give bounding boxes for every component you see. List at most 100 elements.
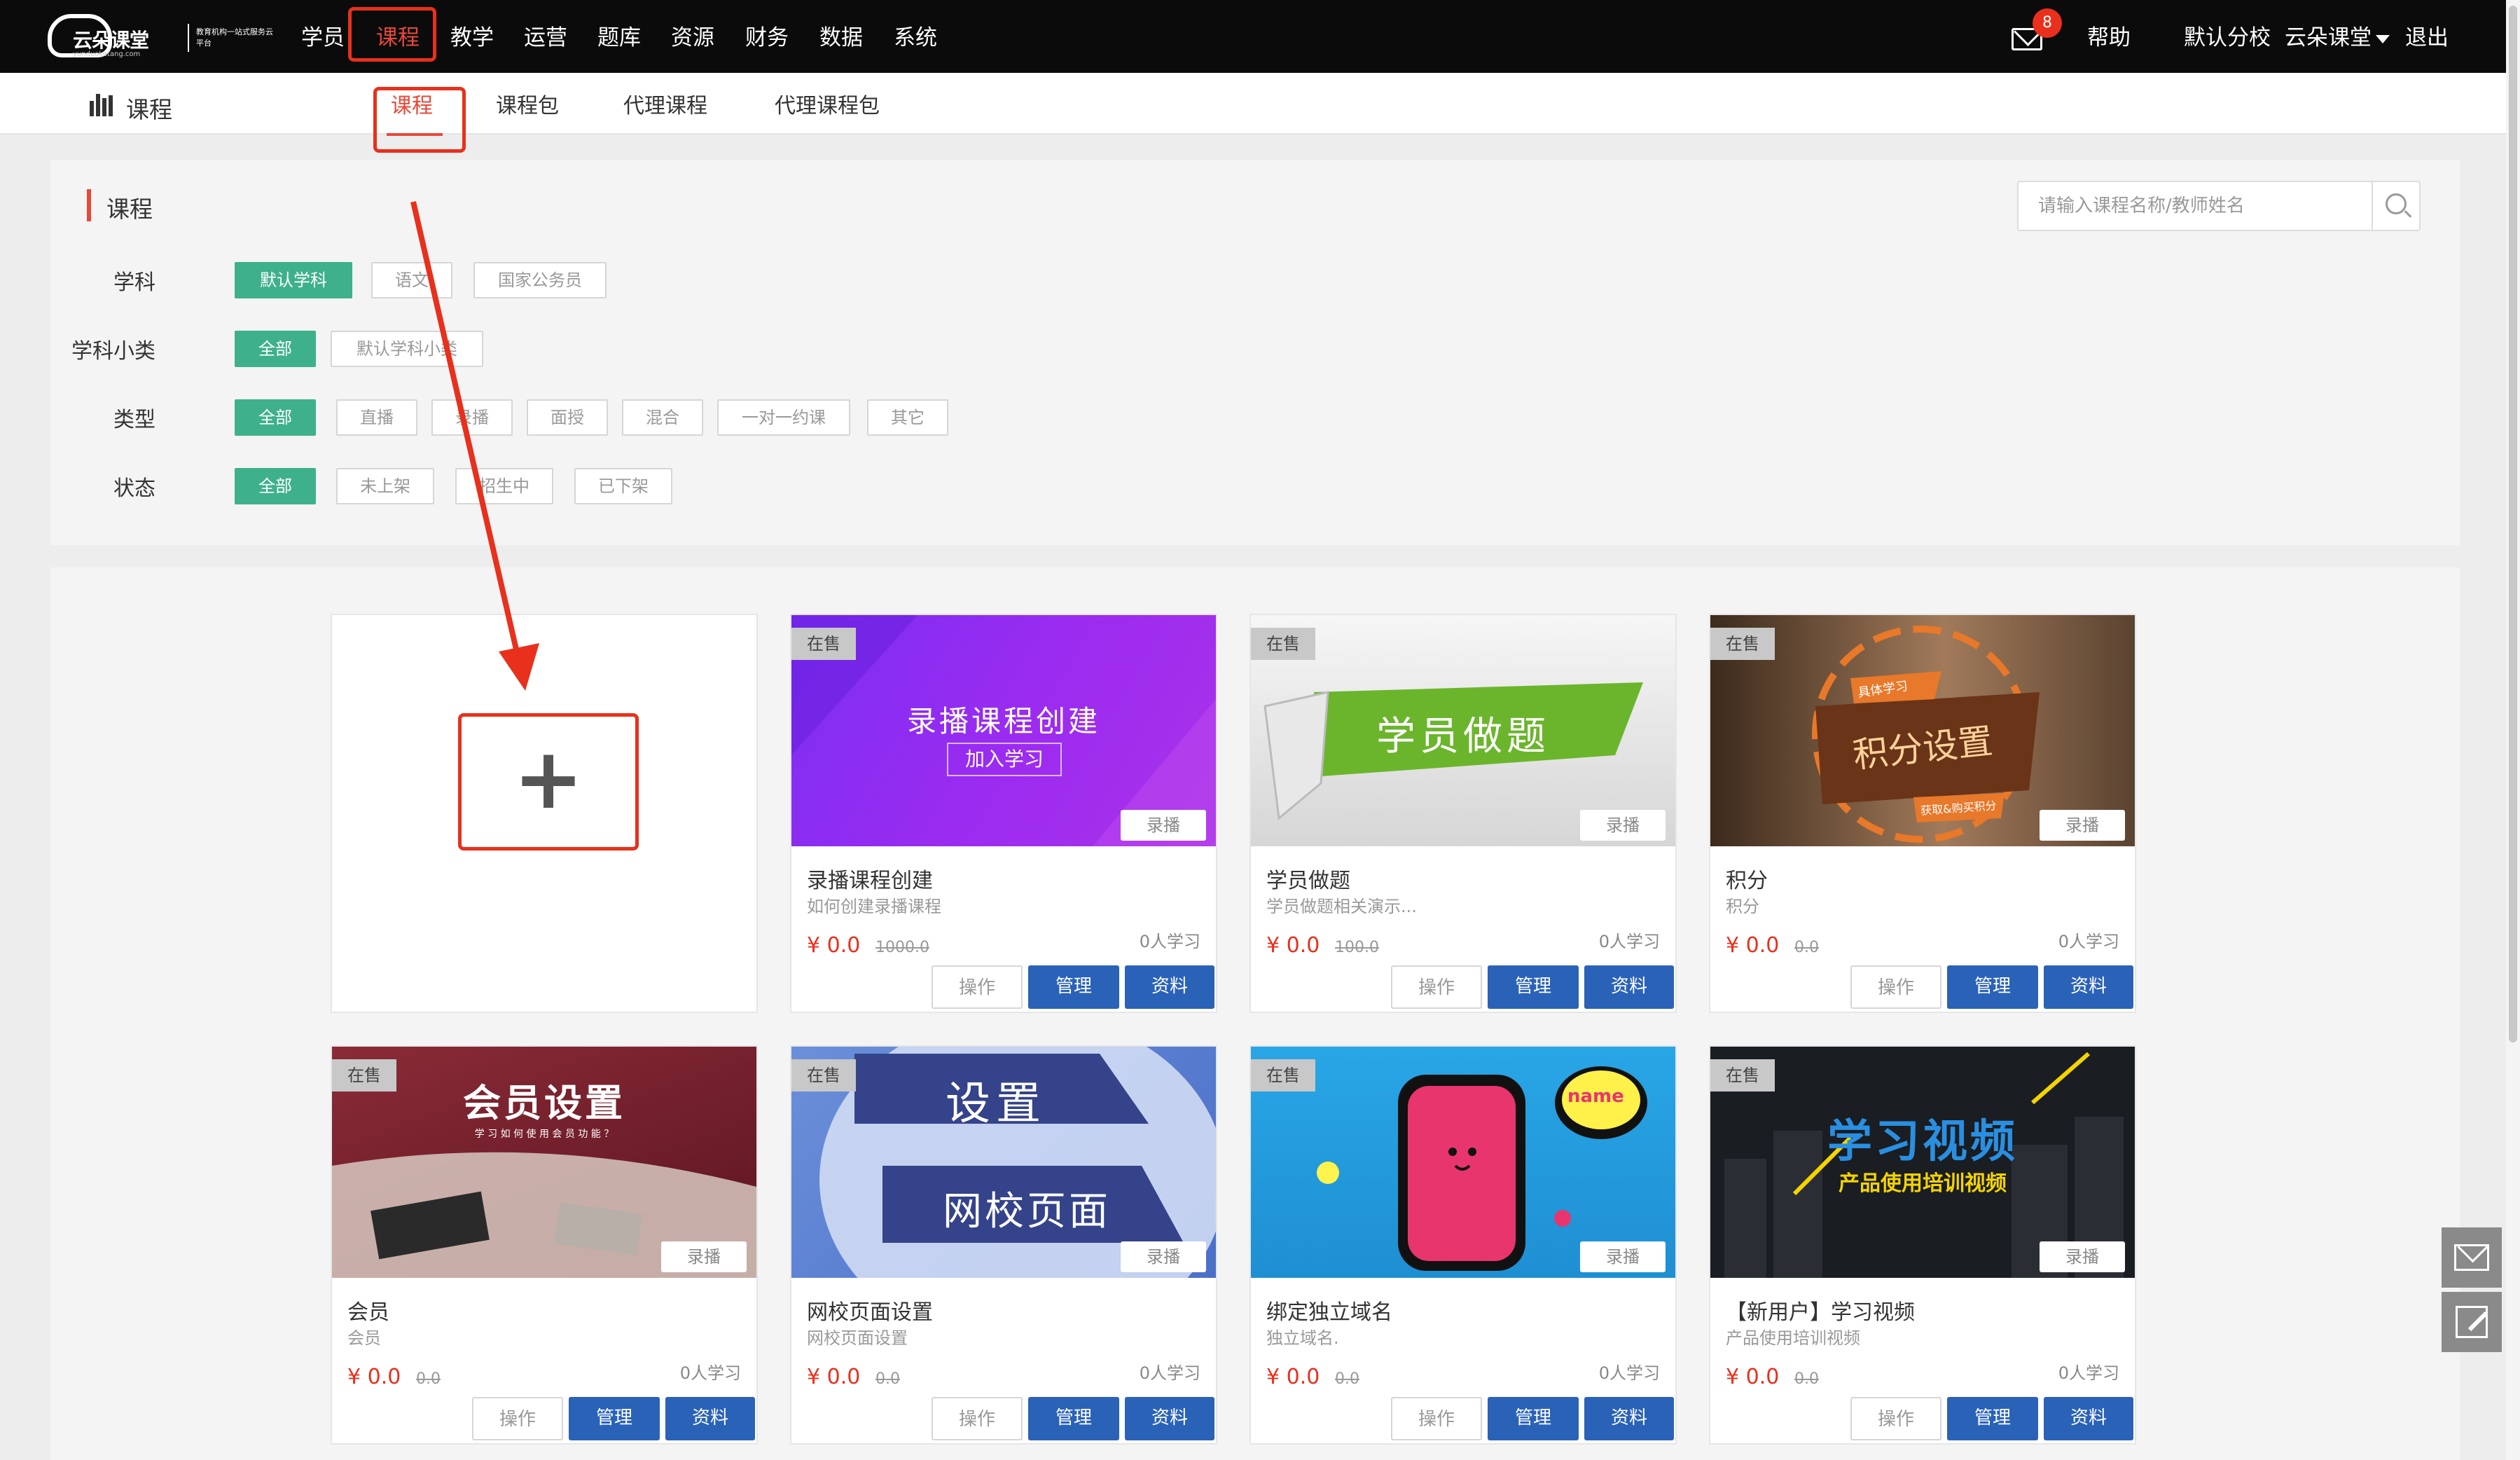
course-card[interactable]: 学习视频 产品使用培训视频 在售 录播 【新用户】学习视频 产品使用培训视频 ¥… [1709,1045,2136,1445]
search-button[interactable] [2372,182,2421,230]
thumbnail-title: 设置 [946,1078,1046,1130]
filter-panel: 课程 学科 默认学科 语文 国家公务员 学科小类 全部 默认学科小类 类型 全部… [50,160,2460,545]
chip-type-hybrid[interactable]: 混合 [622,399,703,436]
manage-button[interactable]: 管理 [1488,965,1579,1009]
side-message-button[interactable] [2442,1227,2502,1288]
chip-type-in-person[interactable]: 面授 [527,399,608,436]
operate-button[interactable]: 操作 [1850,965,1941,1009]
operate-button[interactable]: 操作 [1850,1397,1941,1440]
learner-count: 0人学习 [1598,1363,1660,1383]
chip-status-removed[interactable]: 已下架 [574,468,672,504]
status-badge: 在售 [1710,628,1775,660]
nav-item-system[interactable]: 系统 [894,20,937,51]
scrollbar-thumb[interactable] [2509,6,2517,1042]
course-thumbnail[interactable]: name 在售 录播 [1251,1047,1675,1278]
manage-button[interactable]: 管理 [569,1397,660,1440]
nav-item-question-bank[interactable]: 题库 [597,20,641,51]
add-course-card[interactable]: + [331,614,758,1013]
chip-status-unlisted[interactable]: 未上架 [336,468,434,504]
chip-type-other[interactable]: 其它 [867,399,948,436]
resource-button[interactable]: 资料 [665,1397,755,1440]
chip-type-recorded[interactable]: 录播 [431,399,513,436]
nav-item-resources[interactable]: 资源 [671,20,714,51]
course-thumbnail[interactable]: 会员设置 学 习 如 何 使 用 会 员 功 能 ？ 在售 录播 [332,1047,756,1278]
course-card[interactable]: 录播课程创建 加入学习 在售 录播 录播课程创建 如何创建录播课程 ¥ 0.0 … [790,614,1217,1013]
chip-subcategory-default[interactable]: 默认学科小类 [331,331,483,367]
logo-name: 云朵课堂 [73,29,149,52]
operate-button[interactable]: 操作 [472,1397,563,1440]
resource-button[interactable]: 资料 [2044,965,2133,1009]
course-title[interactable]: 学员做题 [1266,863,1350,894]
course-thumbnail[interactable]: 学员做题 在售 录播 [1251,615,1675,846]
course-thumbnail[interactable]: 设置 网校页面 在售 录播 [791,1047,1216,1278]
learner-count: 0人学习 [2058,932,2119,951]
course-description: 会员 [347,1328,381,1348]
operate-button[interactable]: 操作 [932,1397,1023,1440]
chip-subcategory-all[interactable]: 全部 [235,331,316,367]
manage-button[interactable]: 管理 [1028,1397,1119,1440]
operate-button[interactable]: 操作 [1391,1397,1482,1440]
tab-course-packages[interactable]: 课程包 [496,88,559,119]
tab-agent-course-packages[interactable]: 代理课程包 [775,88,880,119]
nav-item-data[interactable]: 数据 [819,20,863,51]
nav-item-students[interactable]: 学员 [301,20,345,51]
logo[interactable]: 云朵课堂 yunduoketang.com 教育机构一站式服务云平台 [48,10,273,63]
user-menu[interactable]: 云朵课堂 [2285,20,2394,51]
chip-subject-chinese[interactable]: 语文 [371,262,452,298]
manage-button[interactable]: 管理 [1947,1397,2038,1440]
learner-count: 0人学习 [2058,1363,2119,1383]
course-description: 如何创建录播课程 [807,897,941,916]
resource-button[interactable]: 资料 [1125,1397,1214,1440]
operate-button[interactable]: 操作 [1391,965,1482,1009]
course-thumbnail[interactable]: 录播课程创建 加入学习 在售 录播 [791,615,1216,846]
chip-type-all[interactable]: 全部 [235,399,316,436]
help-link[interactable]: 帮助 [2087,20,2131,51]
manage-button[interactable]: 管理 [1028,965,1119,1009]
tab-agent-courses[interactable]: 代理课程 [623,88,707,119]
library-icon [90,94,115,116]
manage-button[interactable]: 管理 [1488,1397,1579,1440]
course-title[interactable]: 录播课程创建 [807,863,933,894]
resource-button[interactable]: 资料 [1125,965,1214,1009]
logo-url: yunduoketang.com [73,50,141,58]
course-card[interactable]: 具体学习 积分设置 获取&购买积分 在售 录播 积分 积分 ¥ 0.0 0.0 … [1709,614,2136,1013]
nav-item-finance[interactable]: 财务 [745,20,789,51]
resource-button[interactable]: 资料 [1584,1397,1674,1440]
chip-status-enrolling[interactable]: 招生中 [455,468,553,504]
filter-label-subcategory: 学科小类 [71,339,155,364]
course-thumbnail[interactable]: 学习视频 产品使用培训视频 在售 录播 [1710,1047,2135,1278]
course-title[interactable]: 会员 [347,1295,389,1325]
course-title[interactable]: 绑定独立域名 [1266,1295,1392,1325]
search-input[interactable] [2019,182,2372,230]
chip-type-live[interactable]: 直播 [336,399,417,436]
messages-button[interactable]: 8 [2012,8,2062,53]
nav-item-teaching[interactable]: 教学 [450,20,494,51]
course-card[interactable]: name 在售 录播 绑定独立域名 独立域名. ¥ 0.0 0.0 0人学习 操… [1249,1045,1677,1445]
course-description: 学员做题相关演示... [1266,897,1417,916]
chip-type-one-on-one[interactable]: 一对一约课 [717,399,850,436]
course-card[interactable]: 会员设置 学 习 如 何 使 用 会 员 功 能 ？ 在售 录播 会员 会员 ¥… [331,1045,758,1445]
side-feedback-button[interactable] [2442,1292,2502,1352]
course-title[interactable]: 网校页面设置 [807,1295,933,1325]
school-selector[interactable]: 默认分校 [2184,20,2271,51]
learner-count: 0人学习 [679,1363,741,1383]
filter-label-subject: 学科 [113,270,155,295]
nav-item-operations[interactable]: 运营 [524,20,567,51]
status-badge: 在售 [791,628,856,660]
thumbnail-subtitle: 网校页面 [943,1189,1111,1234]
logout-link[interactable]: 退出 [2405,20,2449,51]
operate-button[interactable]: 操作 [932,965,1023,1009]
resource-button[interactable]: 资料 [1584,965,1674,1009]
chip-subject-civil-servant[interactable]: 国家公务员 [473,262,607,298]
course-card[interactable]: 学员做题 在售 录播 学员做题 学员做题相关演示... ¥ 0.0 100.0 … [1249,614,1677,1013]
course-card[interactable]: 设置 网校页面 在售 录播 网校页面设置 网校页面设置 ¥ 0.0 0.0 0人… [790,1045,1217,1445]
manage-button[interactable]: 管理 [1947,965,2038,1009]
course-title[interactable]: 积分 [1726,863,1768,894]
chip-subject-default[interactable]: 默认学科 [235,262,352,298]
course-thumbnail[interactable]: 具体学习 积分设置 获取&购买积分 在售 录播 [1710,615,2135,846]
course-title[interactable]: 【新用户】学习视频 [1726,1295,1915,1325]
chip-status-all[interactable]: 全部 [235,468,316,504]
add-course-button[interactable]: + [458,713,639,850]
resource-button[interactable]: 资料 [2044,1397,2133,1440]
highlight-box-courses-nav [348,7,436,62]
